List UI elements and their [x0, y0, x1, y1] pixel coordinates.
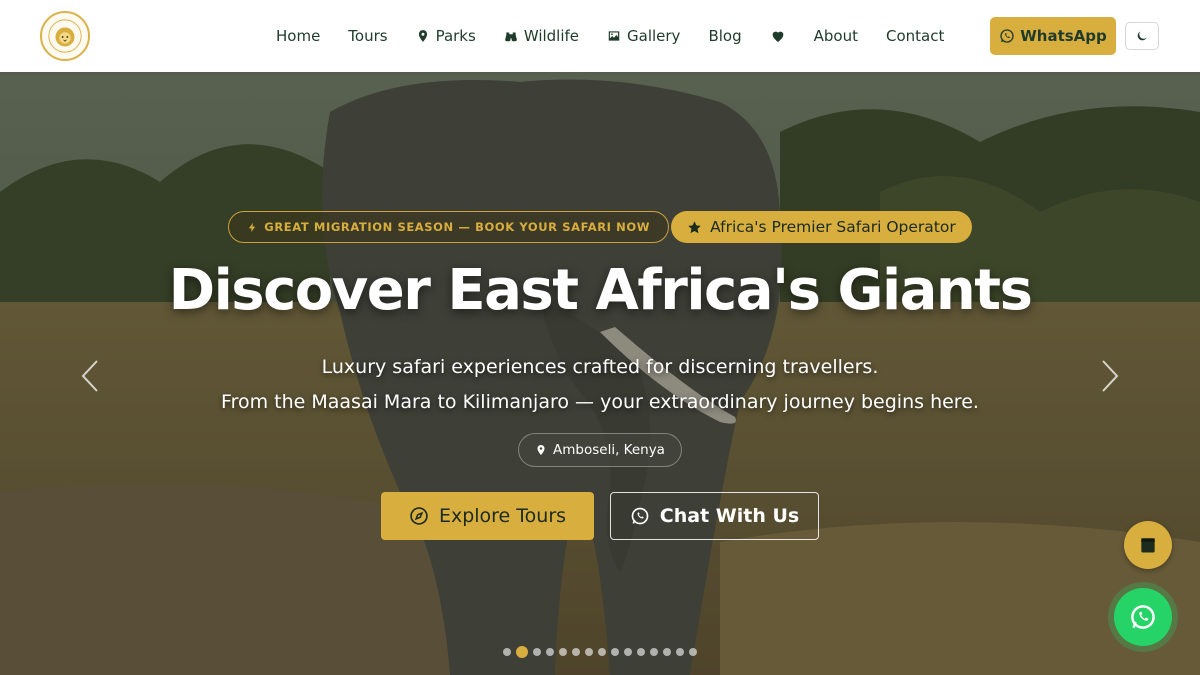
- chevron-left-icon: [81, 360, 98, 392]
- slider-dot[interactable]: [637, 648, 645, 656]
- top-navbar: Home Tours Parks Wildlife Gallery Blog A…: [0, 0, 1200, 72]
- nav-gallery[interactable]: Gallery: [593, 0, 694, 72]
- whatsapp-icon: [631, 507, 649, 525]
- nav-favorites[interactable]: [756, 0, 800, 72]
- map-pin-icon: [418, 30, 427, 42]
- map-pin-icon: [537, 445, 545, 455]
- nav-contact[interactable]: Contact: [872, 0, 958, 72]
- hero-title: Discover East Africa's Giants: [168, 258, 1033, 323]
- nav-about[interactable]: About: [800, 0, 872, 72]
- migration-badge-label: GREAT MIGRATION SEASON — BOOK YOUR SAFAR…: [264, 220, 651, 234]
- slider-dot[interactable]: [585, 648, 593, 656]
- lion-logo[interactable]: [40, 11, 90, 61]
- whatsapp-button-label: WhatsApp: [1020, 27, 1107, 45]
- whatsapp-button[interactable]: WhatsApp: [990, 17, 1116, 55]
- lightning-icon: [249, 222, 256, 232]
- nav-blog-label: Blog: [708, 27, 742, 45]
- calendar-icon: [1141, 538, 1155, 553]
- nav-home-label: Home: [276, 27, 321, 45]
- premier-badge: Africa's Premier Safari Operator: [671, 211, 972, 243]
- migration-badge[interactable]: GREAT MIGRATION SEASON — BOOK YOUR SAFAR…: [228, 211, 670, 243]
- nav-gallery-label: Gallery: [627, 27, 681, 45]
- slider-dot[interactable]: [572, 648, 580, 656]
- nav-tours[interactable]: Tours: [334, 0, 401, 72]
- main-menu: Home Tours Parks Wildlife Gallery Blog A…: [262, 0, 958, 72]
- heart-icon: [772, 31, 783, 42]
- image-icon: [608, 31, 620, 41]
- nav-parks-label: Parks: [435, 27, 476, 45]
- slider-prev-button[interactable]: [79, 358, 101, 394]
- hero-slider: GREAT MIGRATION SEASON — BOOK YOUR SAFAR…: [0, 72, 1200, 675]
- nav-about-label: About: [813, 27, 858, 45]
- moon-icon: [1137, 31, 1147, 41]
- slider-dot[interactable]: [611, 648, 619, 656]
- whatsapp-icon: [1000, 29, 1014, 43]
- slider-dot[interactable]: [663, 648, 671, 656]
- slider-dot[interactable]: [533, 648, 541, 656]
- slider-dot[interactable]: [559, 648, 567, 656]
- dark-mode-toggle[interactable]: [1125, 22, 1159, 50]
- compass-icon: [410, 507, 428, 525]
- slider-dot[interactable]: [546, 648, 554, 656]
- nav-blog[interactable]: Blog: [694, 0, 755, 72]
- location-label: Amboseli, Kenya: [553, 442, 665, 458]
- hero-badges: GREAT MIGRATION SEASON — BOOK YOUR SAFAR…: [0, 211, 1200, 243]
- chevron-right-icon: [1102, 360, 1119, 392]
- star-icon: [688, 220, 701, 233]
- slider-dot[interactable]: [598, 648, 606, 656]
- premier-badge-label: Africa's Premier Safari Operator: [710, 218, 956, 236]
- nav-home[interactable]: Home: [262, 0, 334, 72]
- hero-subtitle: Luxury safari experiences crafted for di…: [0, 350, 1200, 420]
- slider-pagination: [0, 646, 1200, 658]
- slider-dot[interactable]: [689, 648, 697, 656]
- nav-contact-label: Contact: [885, 27, 945, 45]
- nav-wildlife[interactable]: Wildlife: [490, 0, 593, 72]
- nav-wildlife-label: Wildlife: [523, 27, 580, 45]
- slider-dot[interactable]: [676, 648, 684, 656]
- slider-dot[interactable]: [503, 648, 511, 656]
- hero-subtitle-line-2: From the Maasai Mara to Kilimanjaro — yo…: [221, 391, 979, 413]
- chat-with-us-label: Chat With Us: [659, 505, 800, 527]
- slider-dot[interactable]: [516, 646, 528, 658]
- whatsapp-float-button[interactable]: [1114, 588, 1172, 646]
- floating-action-button[interactable]: [1124, 521, 1172, 569]
- explore-tours-label: Explore Tours: [438, 505, 567, 527]
- whatsapp-icon: [1131, 605, 1155, 629]
- slider-next-button[interactable]: [1099, 358, 1121, 394]
- nav-parks[interactable]: Parks: [402, 0, 490, 72]
- nav-tours-label: Tours: [348, 27, 388, 45]
- slider-dot[interactable]: [624, 648, 632, 656]
- binoculars-icon: [504, 32, 517, 42]
- location-tag: Amboseli, Kenya: [518, 433, 682, 467]
- chat-with-us-button[interactable]: Chat With Us: [610, 492, 819, 540]
- slider-dot[interactable]: [650, 648, 658, 656]
- hero-subtitle-line-1: Luxury safari experiences crafted for di…: [321, 356, 879, 378]
- explore-tours-button[interactable]: Explore Tours: [381, 492, 594, 540]
